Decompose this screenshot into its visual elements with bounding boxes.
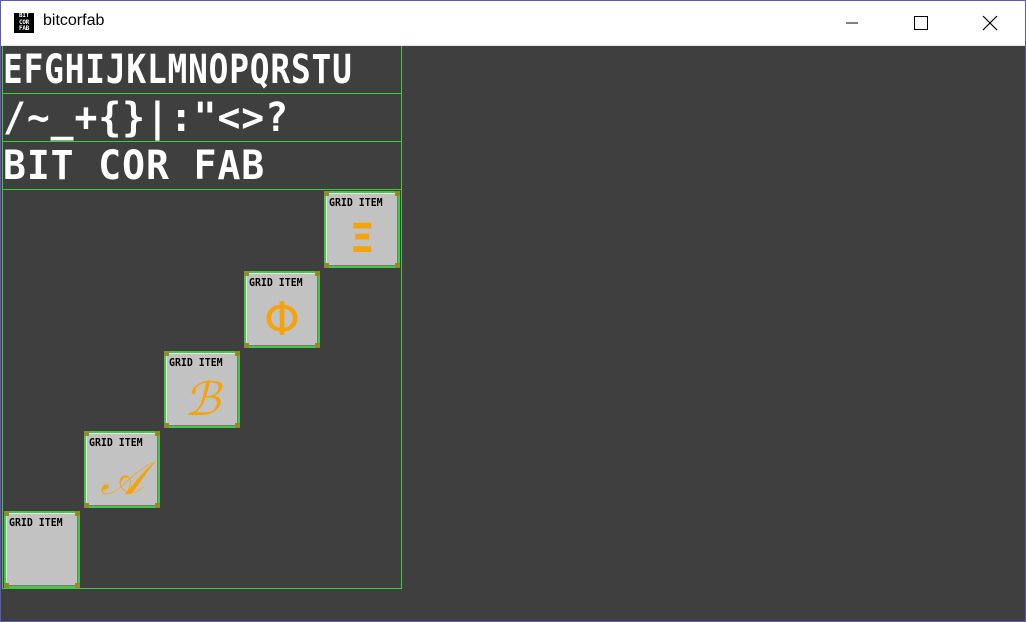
- script-a-glyph: 𝒜: [100, 450, 144, 505]
- resize-handle[interactable]: [155, 431, 160, 436]
- maximize-button[interactable]: [898, 1, 944, 45]
- grid-item[interactable]: GRID ITEM: [4, 511, 80, 588]
- grid-item[interactable]: GRID ITEM 𝒜: [84, 431, 160, 508]
- resize-handle[interactable]: [315, 271, 320, 276]
- grid-item-label: GRID ITEM: [9, 516, 63, 529]
- minimize-icon: [846, 22, 858, 24]
- resize-handle[interactable]: [235, 351, 240, 356]
- text-row-label: /~_+{}|:"<>?: [3, 95, 289, 141]
- grid-item-label: GRID ITEM: [329, 196, 383, 209]
- close-icon: [982, 15, 998, 31]
- phi-glyph: Φ: [263, 291, 301, 346]
- grid-item[interactable]: GRID ITEM ℬ: [164, 351, 240, 428]
- grid-item[interactable]: GRID ITEM Φ: [244, 271, 320, 348]
- content-panel: EFGHIJKLMNOPQRSTU /~_+{}|:"<>? BIT COR F…: [2, 46, 402, 589]
- resize-handle[interactable]: [395, 191, 400, 196]
- title-bar[interactable]: BIT COR FAB bitcorfab: [1, 1, 1025, 46]
- grid-item-label: GRID ITEM: [249, 276, 303, 289]
- grid-item[interactable]: GRID ITEM Ξ: [324, 191, 400, 268]
- empty-glyph: [6, 531, 78, 586]
- app-logo-icon: BIT COR FAB: [13, 12, 35, 34]
- close-button[interactable]: [967, 1, 1013, 45]
- text-row-symbols: /~_+{}|:"<>?: [3, 94, 402, 142]
- text-row-label: EFGHIJKLMNOPQRSTU: [3, 47, 353, 93]
- window-title: bitcorfab: [43, 12, 105, 29]
- grid-item-label: GRID ITEM: [169, 356, 223, 369]
- grid-item-label: GRID ITEM: [89, 436, 143, 449]
- resize-handle[interactable]: [75, 511, 80, 516]
- script-b-glyph: ℬ: [183, 371, 221, 426]
- app-logo-line: FAB: [19, 25, 29, 33]
- minimize-button[interactable]: [829, 1, 875, 45]
- text-row-alphabet: EFGHIJKLMNOPQRSTU: [3, 46, 402, 94]
- text-row-label: BIT COR FAB: [3, 143, 266, 189]
- app-window: BIT COR FAB bitcorfab EFGHIJKLMNOPQRSTU …: [0, 0, 1026, 622]
- text-row-brand: BIT COR FAB: [3, 142, 402, 190]
- maximize-icon: [914, 16, 928, 30]
- client-area: EFGHIJKLMNOPQRSTU /~_+{}|:"<>? BIT COR F…: [2, 46, 1025, 621]
- xi-glyph: Ξ: [349, 215, 375, 262]
